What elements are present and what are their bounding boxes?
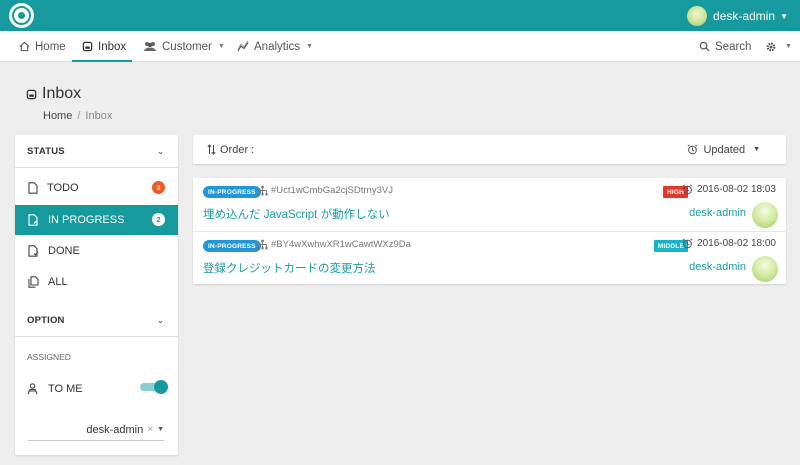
search-button[interactable]: Search <box>699 31 751 62</box>
avatar <box>752 256 778 282</box>
search-icon <box>699 41 710 52</box>
hierarchy-icon <box>257 185 268 196</box>
ticket-assignee[interactable]: desk-admin <box>689 207 746 219</box>
sort-icon <box>207 144 216 155</box>
order-bar: Order : Updated ▼ <box>193 135 786 164</box>
status-item-in-progress[interactable]: IN PROGRESS 2 <box>15 205 178 235</box>
ticket-list: IN-PROGRESS #Uct1wCmbGa2cjSDtrny3VJ 埋め込ん… <box>193 178 786 284</box>
ticket-id: #Uct1wCmbGa2cjSDtrny3VJ <box>271 185 393 196</box>
status-badge: IN-PROGRESS <box>203 240 261 252</box>
todo-count-badge: 3 <box>152 181 165 194</box>
chevron-down-icon: ▼ <box>157 426 164 433</box>
hierarchy-icon <box>257 239 268 250</box>
gear-icon <box>766 42 776 51</box>
in-progress-count-badge: 2 <box>152 213 165 226</box>
file-edit-icon <box>28 214 38 226</box>
nav-customer[interactable]: Customer ▼ <box>143 31 225 62</box>
ticket-row[interactable]: IN-PROGRESS #BY4wXwhwXR1wCawtWXz9Da 登録クレ… <box>193 231 786 284</box>
users-icon <box>143 42 157 51</box>
nav-analytics[interactable]: Analytics ▼ <box>237 31 313 62</box>
ticket-id: #BY4wXwhwXR1wCawtWXz9Da <box>271 239 411 250</box>
ticket-assignee[interactable]: desk-admin <box>689 261 746 273</box>
inbox-icon <box>82 41 93 52</box>
files-icon <box>28 276 39 288</box>
ticket-timestamp: 2016-08-02 18:00 <box>682 238 776 249</box>
alarm-clock-icon <box>682 238 693 249</box>
chevron-down-icon: ⌄ <box>157 146 164 156</box>
chevron-down-icon: ▼ <box>785 43 792 50</box>
page-title: Inbox <box>26 85 81 103</box>
breadcrumb-home[interactable]: Home <box>43 110 72 122</box>
ticket-timestamp: 2016-08-02 18:03 <box>682 184 776 195</box>
ticket-subject[interactable]: 埋め込んだ JavaScript が動作しない <box>203 206 390 222</box>
clear-icon[interactable]: × <box>147 424 153 435</box>
ticket-row[interactable]: IN-PROGRESS #Uct1wCmbGa2cjSDtrny3VJ 埋め込ん… <box>193 178 786 231</box>
status-item-all[interactable]: ALL <box>15 267 178 297</box>
chevron-down-icon: ▼ <box>217 43 225 50</box>
settings-button[interactable]: ▼ <box>765 31 792 62</box>
chart-line-icon <box>237 41 249 52</box>
chevron-down-icon: ▼ <box>306 43 313 50</box>
person-icon <box>27 383 38 395</box>
desk-logo-icon[interactable] <box>9 3 34 28</box>
status-section-header[interactable]: STATUS ⌄ <box>15 135 178 167</box>
assignee-select[interactable]: desk-admin × ▼ <box>28 419 164 441</box>
status-badge: IN-PROGRESS <box>203 186 261 198</box>
order-label: Order : <box>207 135 254 164</box>
chevron-down-icon: ⌄ <box>157 315 164 325</box>
top-bar: desk-admin ▼ <box>0 0 800 31</box>
alarm-clock-icon <box>688 144 698 155</box>
nav-home[interactable]: Home <box>19 31 66 62</box>
inbox-icon <box>26 89 37 99</box>
chevron-down-icon: ▼ <box>780 11 788 21</box>
to-me-toggle[interactable] <box>140 380 168 394</box>
file-check-icon <box>28 245 39 257</box>
status-item-todo[interactable]: TODO 3 <box>15 173 178 203</box>
filter-sidebar: STATUS ⌄ TODO 3 IN PROGRESS 2 DONE ALL O… <box>15 135 178 455</box>
alarm-clock-icon <box>682 184 693 195</box>
ticket-subject[interactable]: 登録クレジットカードの変更方法 <box>203 260 376 276</box>
file-icon <box>28 182 38 194</box>
avatar <box>687 6 708 26</box>
user-menu[interactable]: desk-admin ▼ <box>687 5 788 27</box>
home-icon <box>19 41 30 52</box>
active-tab-indicator <box>72 60 132 62</box>
breadcrumb-current: Inbox <box>85 110 113 122</box>
status-item-done[interactable]: DONE <box>15 236 178 266</box>
user-name: desk-admin <box>713 9 776 23</box>
assigned-label: ASSIGNED <box>27 352 71 362</box>
breadcrumb: Home / Inbox <box>43 110 113 122</box>
chevron-down-icon: ▼ <box>753 146 760 153</box>
nav-inbox[interactable]: Inbox <box>82 31 126 62</box>
avatar <box>752 202 778 228</box>
option-section-header[interactable]: OPTION ⌄ <box>15 304 178 336</box>
nav-bar: Home Inbox Customer ▼ Analytics ▼ Search… <box>0 31 800 62</box>
sort-dropdown[interactable]: Updated ▼ <box>687 135 760 164</box>
